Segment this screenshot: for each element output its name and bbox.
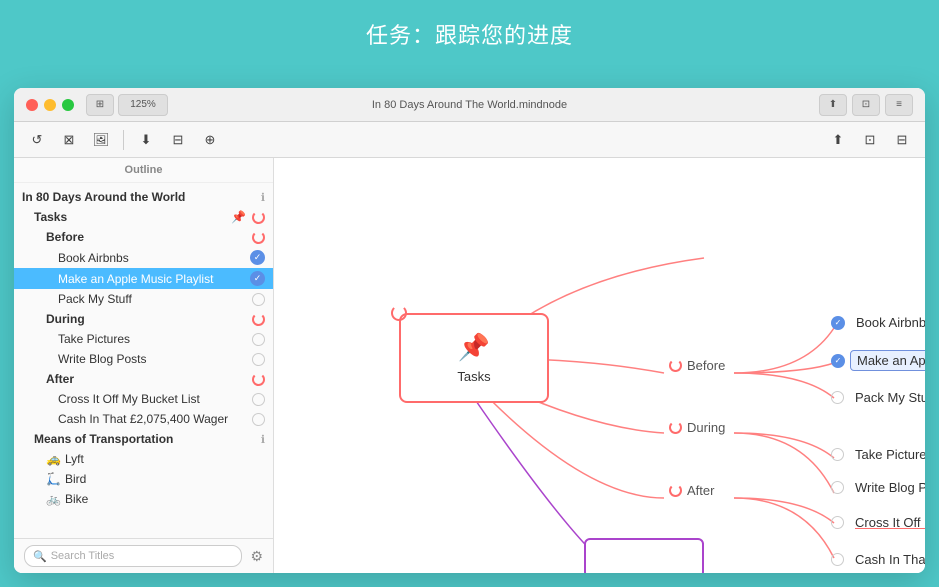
airbnbs-check: ✓ — [250, 250, 265, 265]
toolbar-separator — [123, 130, 124, 150]
mindmap-bucket-list: Cross It Off My Bucket List — [831, 513, 925, 532]
write-blog-circle — [252, 353, 265, 366]
mindmap-after-section: After — [669, 483, 714, 498]
cash-wager-circle — [252, 413, 265, 426]
task-box-label: Tasks — [457, 369, 490, 384]
tag-button[interactable]: ⊟ — [165, 127, 191, 153]
undo-button[interactable]: ↺ — [24, 127, 50, 153]
sidebar-toggle-button[interactable]: ⊞ — [86, 94, 114, 116]
close-button[interactable] — [26, 99, 38, 111]
mindmap-before-section: Before — [669, 358, 725, 373]
mindmap-book-airbnbs: ✓ Book Airbnbs — [831, 313, 925, 332]
transportation-node-box — [584, 538, 704, 573]
apple-music-node-check: ✓ — [831, 354, 845, 368]
sidebar-item-lyft[interactable]: 🚕 Lyft — [14, 449, 273, 469]
after-section-spinner — [669, 484, 682, 497]
wager-node-circle — [831, 553, 844, 566]
during-section-spinner — [669, 421, 682, 434]
sidebar-item-pack[interactable]: Pack My Stuff — [14, 289, 273, 309]
search-box[interactable]: 🔍 Search Titles — [24, 545, 242, 567]
task-spinner — [391, 305, 407, 321]
sidebar-item-bucket-list[interactable]: Cross It Off My Bucket List — [14, 389, 273, 409]
window-toolbar: ⊞ 125% — [86, 94, 168, 116]
sidebar-item-book-airbnbs[interactable]: Book Airbnbs ✓ — [14, 247, 273, 268]
sidebar-bottom: 🔍 Search Titles ⚙ — [14, 538, 273, 573]
outline-root-item[interactable]: In 80 Days Around the World ℹ — [14, 187, 273, 207]
app-window: ⊞ 125% In 80 Days Around The World.mindn… — [14, 88, 925, 573]
mindmap-cash-wager: Cash In That £2,075,400 Wager — [831, 550, 925, 569]
transport-info-icon: ℹ — [261, 433, 265, 446]
gear-button[interactable]: ⚙ — [250, 548, 263, 565]
bucket-node-circle — [831, 516, 844, 529]
minimize-button[interactable] — [44, 99, 56, 111]
sidebar-item-bike[interactable]: 🚲 Bike — [14, 489, 273, 509]
mindmap-connections — [274, 158, 925, 573]
sidebar-item-tasks[interactable]: Tasks 📌 — [14, 207, 273, 227]
before-spinner — [252, 231, 265, 244]
sidebar-item-bird[interactable]: 🛴 Bird — [14, 469, 273, 489]
take-pictures-circle — [252, 333, 265, 346]
mindmap-write-blog: Write Blog Posts — [831, 478, 925, 497]
share2-button[interactable]: ⊠ — [56, 127, 82, 153]
tasks-spinner — [252, 211, 265, 224]
sidebar-item-after[interactable]: After — [14, 369, 273, 389]
sidebar-header: Outline — [14, 158, 273, 183]
image-button[interactable]: 🖼 — [88, 127, 114, 153]
sidebar-item-apple-music[interactable]: Make an Apple Music Playlist ✓ — [14, 268, 273, 289]
download-button[interactable]: ⬇ — [133, 127, 159, 153]
sidebar-item-take-pictures[interactable]: Take Pictures — [14, 329, 273, 349]
task-box-icon: 📌 — [458, 332, 490, 363]
sidebar-item-write-blog[interactable]: Write Blog Posts — [14, 349, 273, 369]
zoom-display[interactable]: 125% — [118, 94, 168, 116]
blog-node-circle — [831, 481, 844, 494]
sidebar-item-transportation[interactable]: Means of Transportation ℹ — [14, 429, 273, 449]
during-spinner — [252, 313, 265, 326]
title-bar: ⊞ 125% In 80 Days Around The World.mindn… — [14, 88, 925, 122]
pack-node-circle — [831, 391, 844, 404]
pack-circle — [252, 293, 265, 306]
bucket-list-circle — [252, 393, 265, 406]
sidebar: Outline In 80 Days Around the World ℹ Ta… — [14, 158, 274, 573]
task-center-box: 📌 Tasks — [399, 313, 549, 403]
mindmap-apple-music: ✓ Make an Apple Music Playlist — [831, 350, 925, 371]
main-content: Outline In 80 Days Around the World ℹ Ta… — [14, 158, 925, 573]
outline-content[interactable]: In 80 Days Around the World ℹ Tasks 📌 Be… — [14, 183, 273, 538]
sidebar-item-cash-wager[interactable]: Cash In That £2,075,400 Wager — [14, 409, 273, 429]
apple-music-check: ✓ — [250, 271, 265, 286]
mindmap-area[interactable]: 📌 Tasks Before ✓ Book Airbnbs ✓ Make an … — [274, 158, 925, 573]
add-button[interactable]: ⊕ — [197, 127, 223, 153]
fullscreen-button[interactable]: ⊡ — [857, 127, 883, 153]
airbnbs-node-check: ✓ — [831, 316, 845, 330]
traffic-lights — [26, 99, 74, 111]
sidebar-item-during[interactable]: During — [14, 309, 273, 329]
view-button[interactable]: ⊡ — [852, 94, 880, 116]
mindmap-pack-stuff: Pack My Stuff — [831, 388, 925, 407]
before-section-spinner — [669, 359, 682, 372]
toolbar-row: ↺ ⊠ 🖼 ⬇ ⊟ ⊕ ⬆ ⊡ ⊟ — [14, 122, 925, 158]
pictures-node-circle — [831, 448, 844, 461]
window-title: In 80 Days Around The World.mindnode — [372, 99, 567, 111]
root-info-icon: ℹ — [261, 191, 265, 204]
maximize-button[interactable] — [62, 99, 74, 111]
sidebar-item-before[interactable]: Before — [14, 227, 273, 247]
after-spinner — [252, 373, 265, 386]
share-button[interactable]: ⬆ — [819, 94, 847, 116]
settings-button[interactable]: ≡ — [885, 94, 913, 116]
page-title: 任务：跟踪您的进度 — [0, 0, 939, 62]
mindmap-take-pictures: Take Pictures — [831, 445, 925, 464]
tasks-pin-icon: 📌 — [231, 210, 246, 224]
search-placeholder: Search Titles — [51, 550, 115, 562]
export-button[interactable]: ⬆ — [825, 127, 851, 153]
mindmap-during-section: During — [669, 420, 725, 435]
filter-button[interactable]: ⊟ — [889, 127, 915, 153]
